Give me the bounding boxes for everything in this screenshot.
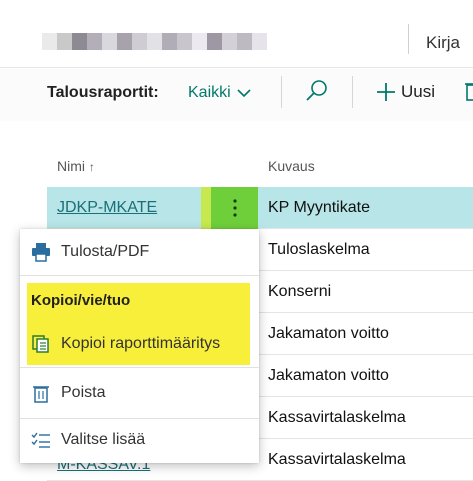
menu-item-label: Kopioi raporttimääritys — [61, 335, 221, 352]
row-description: Jakamaton voitto — [268, 367, 389, 384]
row-description: Tuloslaskelma — [268, 241, 370, 258]
trash-icon — [33, 386, 49, 403]
column-header-description[interactable]: Kuvaus — [268, 158, 315, 174]
blur-block — [57, 33, 72, 50]
menu-item-label: Tulosta/PDF — [61, 243, 150, 260]
blur-block — [72, 33, 87, 50]
divider — [20, 275, 259, 276]
divider — [20, 367, 259, 368]
blur-block — [117, 33, 132, 50]
blurred-breadcrumb — [42, 33, 272, 50]
highlight-marker — [201, 187, 211, 229]
top-right-label[interactable]: Kirja — [426, 33, 460, 53]
filter-title: Talousraportit: — [47, 84, 159, 101]
row-actions-button[interactable] — [211, 187, 258, 229]
blur-block — [252, 33, 267, 50]
blur-block — [192, 33, 207, 50]
column-header-name[interactable]: Nimi ↑ — [57, 158, 95, 174]
divider — [352, 76, 353, 108]
more-vertical-icon — [232, 199, 237, 217]
row-description: Kassavirtalaskelma — [268, 451, 406, 468]
row-description: Kassavirtalaskelma — [268, 409, 406, 426]
top-bar: Kirja — [0, 0, 473, 68]
blur-block — [177, 33, 192, 50]
plus-icon — [377, 83, 395, 101]
filter-dropdown[interactable]: Kaikki — [188, 84, 251, 102]
divider — [408, 24, 409, 54]
copy-document-icon — [32, 335, 49, 353]
sort-ascending-icon: ↑ — [88, 160, 95, 174]
blur-block — [42, 33, 57, 50]
blur-block — [87, 33, 102, 50]
table-row[interactable]: JDKP-MKATE KP Myyntikate — [47, 187, 473, 229]
trash-icon[interactable] — [464, 80, 473, 102]
blur-block — [237, 33, 252, 50]
row-description: KP Myyntikate — [268, 199, 370, 216]
blur-block — [102, 33, 117, 50]
menu-item-select-more[interactable]: Valitse lisää — [20, 427, 259, 453]
row-name-link[interactable]: JDKP-MKATE — [57, 199, 157, 217]
menu-item-label: Valitse lisää — [61, 431, 146, 448]
menu-item-copy-report-definition[interactable]: Kopioi raporttimääritys — [20, 331, 259, 357]
row-context-menu: Tulosta/PDF Kopioi/vie/tuo Kopioi raport… — [20, 229, 259, 463]
divider — [20, 418, 259, 419]
blur-block — [162, 33, 177, 50]
chevron-down-icon — [237, 89, 251, 98]
new-button-label: Uusi — [401, 82, 436, 101]
row-description: Jakamaton voitto — [268, 325, 389, 342]
divider — [281, 76, 282, 108]
blur-block — [147, 33, 162, 50]
menu-item-delete[interactable]: Poista — [20, 380, 259, 406]
new-button[interactable]: Uusi — [376, 82, 435, 102]
menu-group-title: Kopioi/vie/tuo — [31, 292, 131, 309]
menu-item-label: Poista — [61, 384, 106, 401]
blur-block — [207, 33, 222, 50]
row-description: Konserni — [268, 283, 332, 300]
checklist-icon — [31, 432, 50, 448]
blur-block — [132, 33, 147, 50]
filter-value: Kaikki — [188, 84, 231, 101]
menu-item-print[interactable]: Tulosta/PDF — [20, 239, 259, 265]
blur-block — [222, 33, 237, 50]
printer-icon — [32, 243, 50, 262]
search-icon[interactable] — [304, 78, 330, 104]
